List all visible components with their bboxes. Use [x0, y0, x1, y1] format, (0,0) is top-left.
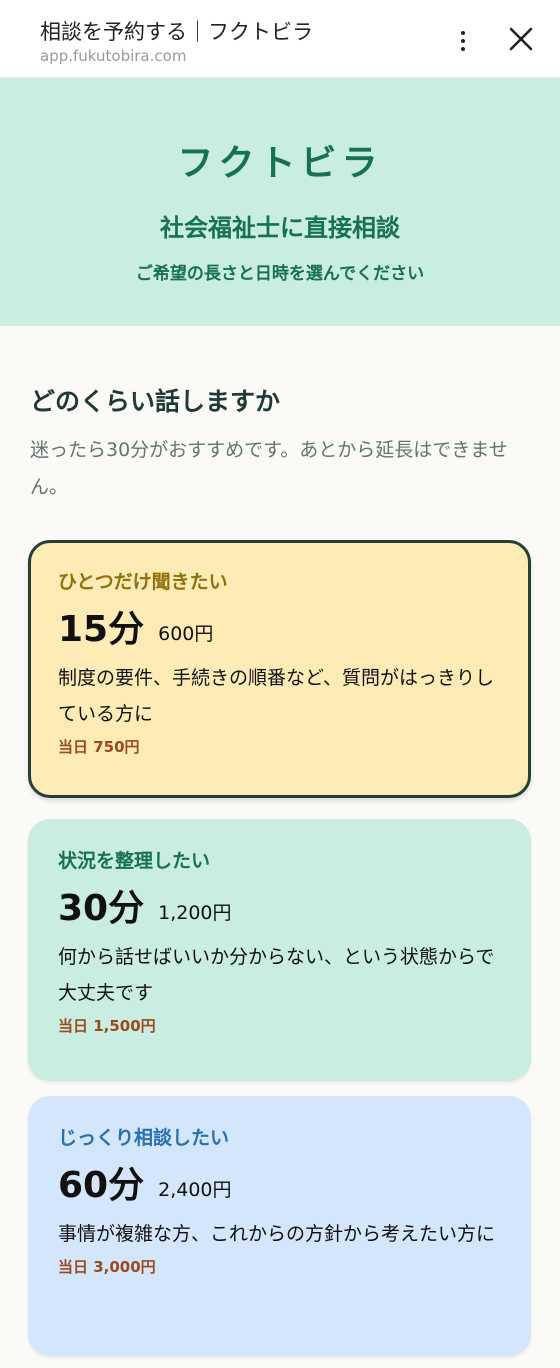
close-icon [509, 27, 533, 51]
plan-tag: ひとつだけ聞きたい [58, 571, 228, 593]
page-url: app.fukutobira.com [40, 47, 187, 65]
plan-price: 2,400円 [158, 1179, 232, 1201]
browser-topbar: 相談を予約する｜フクトビラ app.fukutobira.com [0, 0, 560, 78]
plan-price: 600円 [158, 623, 214, 645]
hero-note: ご希望の長さと日時を選んでください [135, 264, 425, 284]
more-menu-button[interactable] [446, 24, 480, 58]
plan-description: 事情が複雑な方、これからの方針から考えたい方に [58, 1223, 496, 1245]
plan-description: 制度の要件、手続きの順番など、質問がはっきりしている方に [58, 667, 495, 725]
plan-price: 1,200円 [158, 902, 232, 924]
hero-subtitle: 社会福祉士に直接相談 [160, 214, 400, 242]
brand-logo-text: フクトビラ [177, 143, 383, 184]
plan-price-row: 30分 1,200円 [58, 881, 501, 931]
plan-same-day-price: 当日 1,500円 [58, 1017, 156, 1035]
more-vertical-icon [461, 31, 465, 35]
plan-same-day-price: 当日 750円 [58, 738, 140, 756]
plan-price-row: 60分 2,400円 [58, 1158, 501, 1208]
plan-description: 何から話せばいいか分からない、という状態からで大丈夫です [58, 946, 495, 1004]
plan-duration: 60分 [58, 1165, 145, 1206]
plan-card-15min[interactable]: ひとつだけ聞きたい 15分 600円 制度の要件、手続きの順番など、質問がはっき… [28, 540, 531, 798]
plan-card-30min[interactable]: 状況を整理したい 30分 1,200円 何から話せばいいか分からない、という状態… [28, 819, 531, 1081]
section-description: 迷ったら30分がおすすめです。あとから延長はできません。 [30, 439, 508, 498]
section-title: どのくらい話しますか [30, 387, 281, 416]
plan-card-60min[interactable]: じっくり相談したい 60分 2,400円 事情が複雑な方、これからの方針から考え… [28, 1096, 531, 1356]
plan-tag: 状況を整理したい [58, 850, 211, 872]
page-tab-title: 相談を予約する｜フクトビラ [40, 20, 313, 44]
plan-duration: 30分 [58, 888, 145, 929]
more-vertical-icon-dot [461, 39, 465, 43]
plan-duration: 15分 [58, 609, 145, 650]
plan-price-row: 15分 600円 [58, 602, 501, 652]
close-button[interactable] [504, 22, 538, 56]
more-vertical-icon-dot [461, 47, 465, 51]
plan-tag: じっくり相談したい [58, 1127, 230, 1149]
hero-banner: フクトビラ 社会福祉士に直接相談 ご希望の長さと日時を選んでください [0, 78, 560, 326]
plan-same-day-price: 当日 3,000円 [58, 1258, 156, 1276]
